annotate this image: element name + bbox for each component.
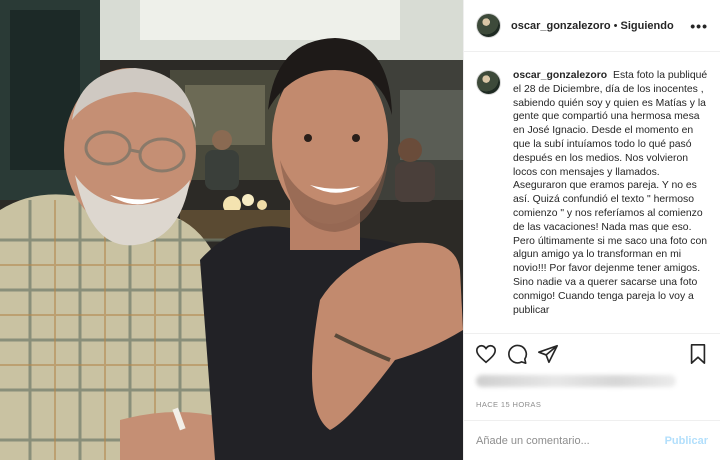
- likes-summary[interactable]: [476, 370, 676, 392]
- caption-text: Esta foto la publiqué el 28 de Diciembre…: [513, 70, 708, 316]
- header-username[interactable]: oscar_gonzalezoro: [511, 20, 611, 32]
- follow-status-button[interactable]: Siguiendo: [621, 20, 674, 32]
- more-options-icon[interactable]: •••: [690, 18, 708, 34]
- post-comment-button[interactable]: Publicar: [665, 435, 708, 447]
- caption: oscar_gonzalezoro Esta foto la publiqué …: [513, 62, 712, 332]
- post-header: oscar_gonzalezoro • Siguiendo •••: [464, 0, 720, 52]
- bookmark-icon[interactable]: [687, 343, 709, 365]
- separator-dot: •: [613, 19, 618, 32]
- comment-input[interactable]: [476, 434, 665, 447]
- post-sidebar: oscar_gonzalezoro • Siguiendo ••• oscar_…: [463, 0, 720, 460]
- post-photo[interactable]: [0, 0, 463, 460]
- comment-box: Publicar: [464, 420, 720, 460]
- post-timestamp: HACE 15 HORAS: [476, 400, 542, 409]
- caption-avatar[interactable]: [476, 70, 501, 95]
- avatar[interactable]: [476, 13, 501, 38]
- heart-icon[interactable]: [475, 343, 497, 365]
- caption-username[interactable]: oscar_gonzalezoro: [513, 70, 607, 81]
- blurred-likes: [476, 375, 676, 387]
- share-icon[interactable]: [537, 343, 559, 365]
- comment-icon[interactable]: [506, 343, 528, 365]
- photo-illustration: [0, 0, 463, 460]
- caption-area: oscar_gonzalezoro Esta foto la publiqué …: [476, 62, 712, 332]
- action-bar: [464, 333, 720, 373]
